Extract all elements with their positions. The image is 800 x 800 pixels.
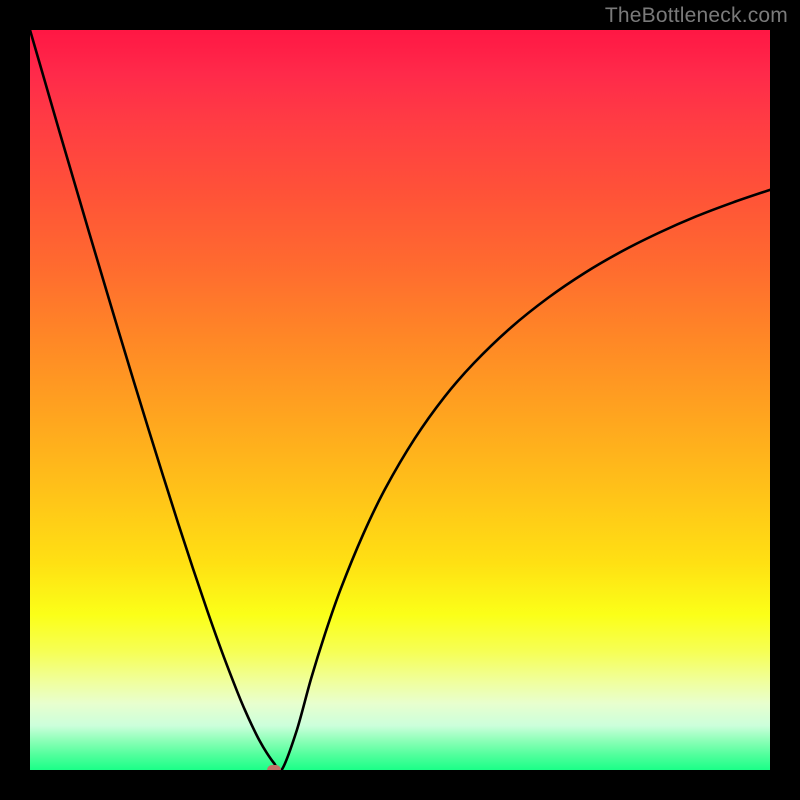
optimal-point-marker (267, 765, 281, 770)
curve-svg (30, 30, 770, 770)
bottleneck-curve (30, 30, 770, 770)
plot-area (30, 30, 770, 770)
watermark-text: TheBottleneck.com (605, 4, 788, 28)
